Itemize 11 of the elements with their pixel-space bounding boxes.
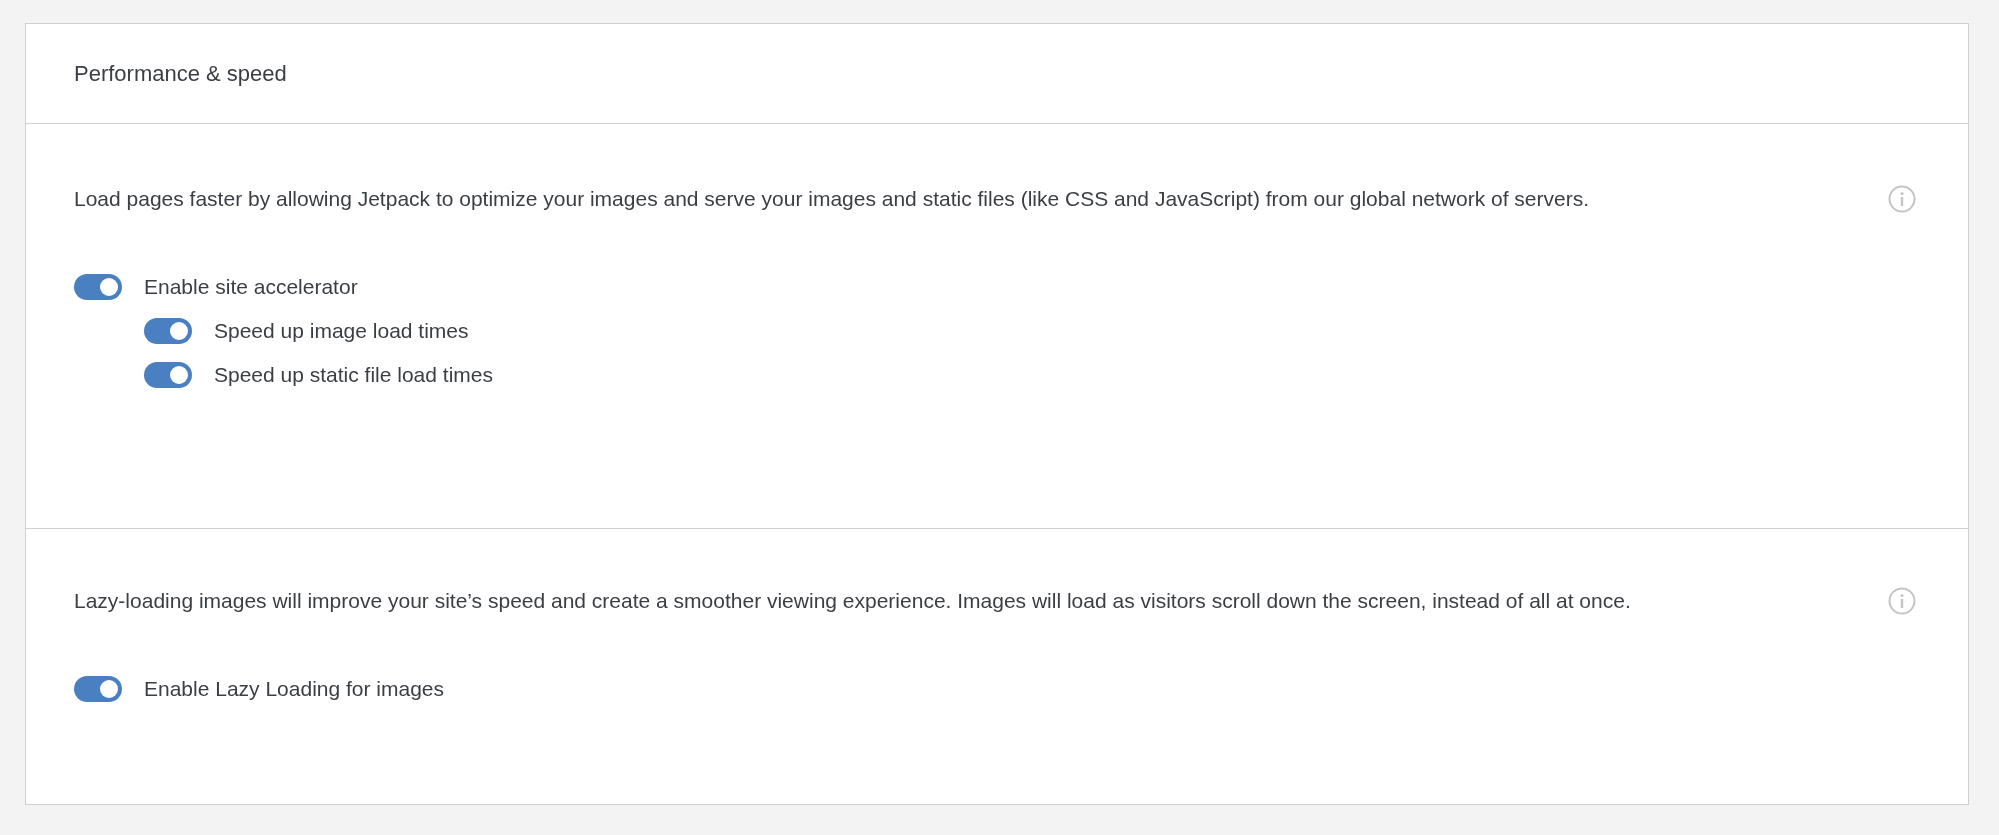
toggle-switch[interactable] [74, 676, 122, 702]
toggle-switch[interactable] [144, 362, 192, 388]
card-title: Performance & speed [74, 60, 287, 87]
toggle-label: Enable Lazy Loading for images [144, 676, 445, 702]
section-description: Lazy-loading images will improve your site’s speed and create a smoother viewing experience. Images will load as visitors scroll down the screen, instead of all at once. [74, 588, 1632, 614]
toggle-switch[interactable] [144, 318, 192, 344]
toggle-label: Enable site accelerator [144, 274, 358, 300]
toggle-label: Speed up static file load times [214, 362, 493, 388]
toggle-label: Speed up image load times [214, 318, 469, 344]
section-description: Load pages faster by allowing Jetpack to optimize your images and serve your images and static files (like CSS and JavaScript) from our global network of servers. [74, 186, 1591, 212]
toggle-switch[interactable] [74, 274, 122, 300]
